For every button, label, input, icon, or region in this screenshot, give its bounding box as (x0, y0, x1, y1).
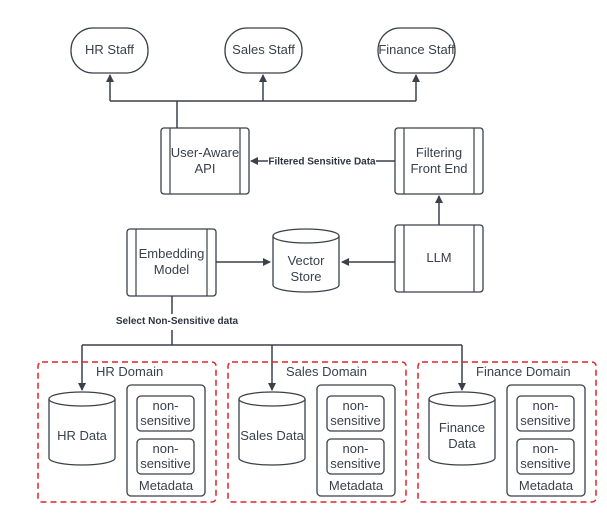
metadata-item-label-1: non- (342, 398, 368, 413)
data-label-2: Data (448, 436, 476, 451)
embedding-label-2: Model (154, 262, 190, 277)
metadata-label: Metadata (139, 478, 194, 493)
metadata-item-label-2: sensitive (140, 413, 191, 428)
metadata-item-label-2: sensitive (330, 456, 381, 471)
data-cylinder-top (48, 391, 116, 407)
data-cylinder-top (238, 391, 306, 407)
llm-box: LLM (394, 224, 484, 293)
domain-title: Finance Domain (476, 364, 571, 379)
metadata-item-label-1: non- (532, 398, 558, 413)
api-to-staff-connector (106, 74, 420, 128)
embedding-model-box: Embedding Model (126, 228, 217, 297)
staff-hr: HR Staff (70, 27, 149, 74)
staff-hr-label: HR Staff (85, 42, 134, 57)
metadata-item-label-1: non- (342, 441, 368, 456)
domain-sales: Sales DomainSales Datanon-sensitivenon-s… (227, 361, 407, 503)
filtered-sensitive-data-arrow: Filtered Sensitive Data (250, 157, 395, 168)
metadata-item-label-1: non- (152, 398, 178, 413)
domain-title: HR Domain (96, 364, 163, 379)
metadata-item-label-1: non- (152, 441, 178, 456)
metadata-label: Metadata (329, 478, 384, 493)
domain-finance: Finance DomainFinanceDatanon-sensitiveno… (417, 361, 597, 503)
architecture-diagram: HR Staff Sales Staff Finance Staff User-… (37, 27, 597, 503)
staff-sales: Sales Staff (224, 27, 303, 74)
staff-finance: Finance Staff (377, 27, 456, 74)
vector-store-label-1: Vector (288, 253, 326, 268)
embedding-label-1: Embedding (139, 246, 205, 261)
vector-store-cylinder: Vector Store (272, 228, 340, 293)
user-aware-api-label-1: User-Aware (171, 145, 239, 160)
metadata-item-label-2: sensitive (520, 456, 571, 471)
user-aware-api-label-2: API (195, 161, 216, 176)
filtering-front-end-box: Filtering Front End (394, 127, 484, 195)
user-aware-api-box: User-Aware API (160, 127, 250, 195)
data-cylinder-top (428, 391, 496, 407)
staff-finance-label: Finance Staff (378, 42, 455, 57)
metadata-item-label-2: sensitive (140, 456, 191, 471)
filtered-sensitive-data-label: Filtered Sensitive Data (268, 157, 376, 168)
metadata-item-label-2: sensitive (330, 413, 381, 428)
data-label: HR Data (57, 428, 108, 443)
select-non-sensitive-label: Select Non-Sensitive data (116, 316, 239, 327)
vector-store-label-2: Store (290, 269, 321, 284)
filtering-label-1: Filtering (416, 145, 462, 160)
domain-title: Sales Domain (286, 364, 367, 379)
data-label: Sales Data (240, 428, 304, 443)
domain-hr: HR DomainHR Datanon-sensitivenon-sensiti… (37, 361, 217, 503)
metadata-item-label-1: non- (532, 441, 558, 456)
filtering-label-2: Front End (410, 161, 467, 176)
llm-label: LLM (426, 250, 451, 265)
metadata-label: Metadata (519, 478, 574, 493)
staff-sales-label: Sales Staff (232, 42, 295, 57)
metadata-item-label-2: sensitive (520, 413, 571, 428)
data-label-1: Finance (439, 420, 485, 435)
